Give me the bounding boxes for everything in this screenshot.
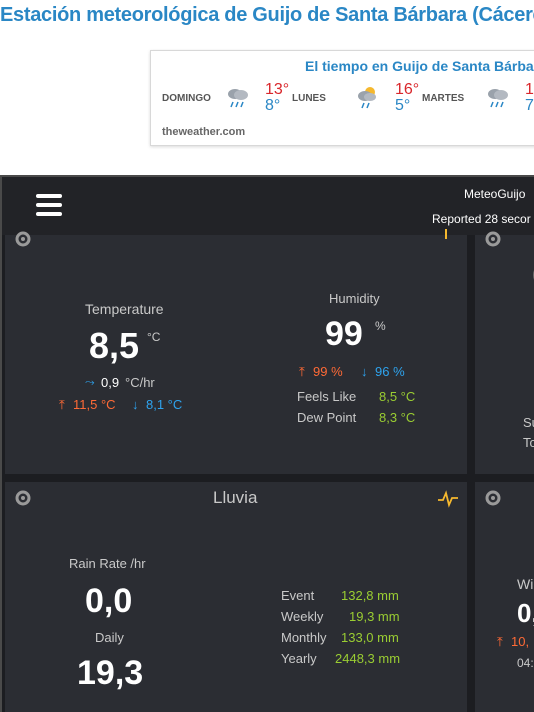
- side-card-bottom-value: 0,: [517, 598, 534, 628]
- temperature-high-arrow-icon: ⤒: [59, 397, 65, 412]
- rain-row-value: 132,8 mm: [341, 588, 399, 603]
- rain-row-label: Event: [281, 588, 315, 603]
- trend-down-icon: ⤳: [85, 375, 95, 389]
- forecast-low: 7: [525, 97, 534, 114]
- side-card-bottom-label: Wi: [517, 576, 534, 592]
- page-title: Estación meteorológica de Guijo de Santa…: [0, 4, 534, 26]
- side-card-top: Su To: [475, 231, 534, 474]
- temperature-trend-value: 0,9: [101, 375, 120, 390]
- gear-icon[interactable]: [483, 488, 503, 508]
- forecast-day-domingo[interactable]: DOMINGO 13° 8°: [162, 81, 289, 117]
- humidity-high: 99 %: [313, 364, 343, 379]
- gear-icon[interactable]: [13, 229, 33, 249]
- rain-row-label: Weekly: [281, 609, 324, 624]
- menu-icon[interactable]: [36, 194, 62, 216]
- forecast-widget-title[interactable]: El tiempo en Guijo de Santa Bárbara: [305, 58, 534, 74]
- rain-row-label: Yearly: [281, 651, 317, 666]
- temperature-unit: °C: [147, 330, 161, 344]
- rain-row-value: 133,0 mm: [341, 630, 399, 645]
- forecast-widget[interactable]: El tiempo en Guijo de Santa Bárbara DOMI…: [150, 50, 534, 146]
- weather-dashboard: MeteoGuijo Reported 28 secor Temperature…: [0, 175, 534, 712]
- side-card-top-line2: To: [523, 435, 534, 450]
- temperature-trend-unit: °C/hr: [125, 375, 155, 390]
- humidity-unit: %: [375, 319, 386, 333]
- reported-status: Reported 28 secor: [432, 212, 531, 226]
- side-card-bottom: Wi 0, ⤒ 10, 04:: [475, 482, 534, 712]
- forecast-day-name: MARTES: [422, 93, 465, 104]
- rain-rate-label: Rain Rate /hr: [69, 556, 146, 571]
- rain-rate-value: 0,0: [85, 582, 133, 620]
- temperature-low: 8,1 °C: [146, 397, 183, 412]
- sun-rain-cloud-icon: [358, 87, 376, 109]
- forecast-day-lunes[interactable]: LUNES 16° 5°: [292, 81, 419, 117]
- forecast-low: 8°: [265, 97, 281, 114]
- dew-point-value: 8,3 °C: [379, 410, 416, 425]
- navbar: MeteoGuijo Reported 28 secor: [2, 177, 534, 235]
- forecast-day-martes[interactable]: MARTES 1 7: [422, 81, 534, 117]
- rain-cloud-icon: [488, 89, 508, 108]
- navbar-brand[interactable]: MeteoGuijo: [464, 187, 525, 201]
- humidity-high-arrow-icon: ⤒: [299, 364, 305, 379]
- dew-point-label: Dew Point: [297, 410, 357, 425]
- daily-value: 19,3: [77, 654, 144, 692]
- side-card-top-line1: Su: [523, 415, 534, 430]
- feels-like-label: Feels Like: [297, 389, 357, 404]
- rain-row-label: Monthly: [281, 630, 327, 645]
- rain-cloud-icon: [228, 89, 248, 108]
- rain-card: Lluvia Rain Rate /hr 0,0 Daily 19,3 Even…: [5, 482, 467, 712]
- forecast-day-name: DOMINGO: [162, 93, 211, 104]
- temperature-value: 8,5: [89, 325, 140, 366]
- humidity-low-arrow-icon: ↓: [361, 364, 368, 379]
- rain-row-value: 2448,3 mm: [335, 651, 401, 666]
- rain-row-value: 19,3 mm: [349, 609, 400, 624]
- forecast-day-name: LUNES: [292, 93, 326, 104]
- humidity-value: 99: [325, 315, 363, 353]
- feels-like-value: 8,5 °C: [379, 389, 416, 404]
- temperature-humidity-card: Temperature 8,5 °C ⤳ 0,9 °C/hr ⤒ 11,5 °C…: [5, 229, 467, 474]
- daily-label: Daily: [95, 630, 124, 645]
- chart-icon[interactable]: [437, 490, 459, 508]
- temperature-high: 11,5 °C: [73, 397, 116, 412]
- side-card-bottom-high-arrow-icon: ⤒: [497, 634, 503, 649]
- forecast-low: 5°: [395, 97, 411, 114]
- temperature-label: Temperature: [85, 301, 164, 317]
- humidity-low: 96 %: [375, 364, 405, 379]
- gear-icon[interactable]: [13, 488, 33, 508]
- rain-card-title: Lluvia: [213, 488, 258, 507]
- widget-brand-link[interactable]: theweather.com: [162, 126, 245, 138]
- gear-icon[interactable]: [483, 229, 503, 249]
- humidity-label: Humidity: [329, 291, 380, 306]
- side-card-bottom-time: 04:: [517, 656, 534, 670]
- side-card-bottom-high: 10,: [511, 634, 530, 649]
- chart-icon[interactable]: [445, 229, 453, 239]
- temperature-low-arrow-icon: ↓: [132, 397, 139, 412]
